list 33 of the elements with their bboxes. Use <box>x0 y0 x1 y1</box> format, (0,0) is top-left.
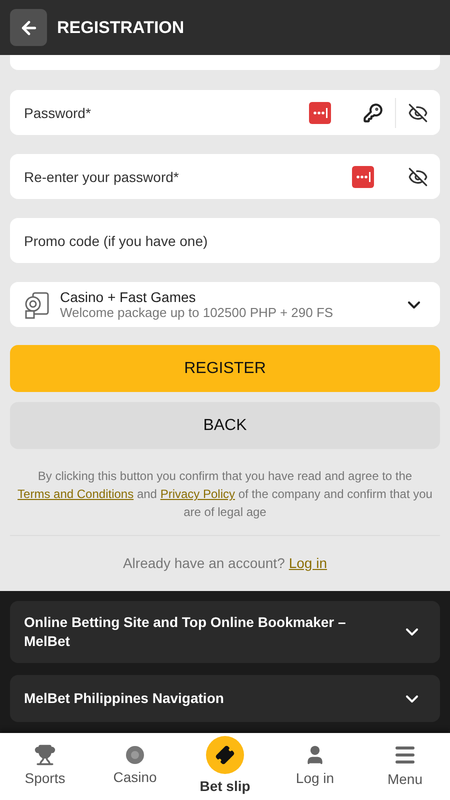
nav-tab[interactable]: Menu <box>360 733 450 800</box>
accordion-header[interactable]: Online Betting Site and Top Online Bookmaker – MelBet <box>10 601 440 663</box>
terms-link[interactable]: Terms and Conditions <box>18 487 134 501</box>
privacy-link[interactable]: Privacy Policy <box>160 487 235 501</box>
nav-tab[interactable]: Sports <box>0 733 90 800</box>
nav-tab[interactable]: Bet slip <box>180 733 270 800</box>
casino-cards-icon <box>24 290 50 318</box>
password-generator-icon[interactable] <box>352 166 374 188</box>
casino-chip-icon <box>125 745 145 765</box>
currency-field[interactable] <box>10 55 440 70</box>
login-link[interactable]: Log in <box>288 553 328 574</box>
back-button[interactable] <box>10 9 47 46</box>
accordion-title: MelBet Philippines Navigation <box>24 689 225 708</box>
trophy-icon <box>34 744 56 766</box>
account-prompt: Already have an account? <box>122 554 285 573</box>
bonus-description: Welcome package up to 102500 PHP + 290 FS <box>60 304 334 320</box>
password-field[interactable]: Re-enter your password* <box>10 154 440 199</box>
input-field[interactable]: Promo code (if you have one) <box>10 218 440 263</box>
nav-tab[interactable]: Casino <box>90 733 180 800</box>
key-icon[interactable] <box>363 102 383 122</box>
accordion-title: Online Betting Site and Top Online Bookmaker – MelBet <box>24 613 347 651</box>
register-button[interactable]: REGISTER <box>10 345 440 392</box>
bonus-selector[interactable]: Casino + Fast Games Welcome package up to 102500 PHP + 290 FS <box>10 282 440 327</box>
nav-tab[interactable]: Log in <box>270 733 360 800</box>
password-field[interactable]: Password* <box>10 90 440 135</box>
hide-password-icon[interactable] <box>408 102 428 122</box>
terms-disclaimer: By clicking this button you confirm that you have read and agree to the Terms and Conditions and Privacy Policy of the company and confirm that you are of legal age <box>16 468 434 521</box>
accordion-header[interactable]: MelBet Philippines Navigation <box>10 675 440 722</box>
password-generator-icon[interactable] <box>309 102 331 124</box>
page-title: REGISTRATION <box>57 16 184 39</box>
back-form-button[interactable]: BACK <box>10 402 440 449</box>
hide-password-icon[interactable] <box>408 166 428 186</box>
bonus-title: Casino + Fast Games <box>60 288 197 304</box>
